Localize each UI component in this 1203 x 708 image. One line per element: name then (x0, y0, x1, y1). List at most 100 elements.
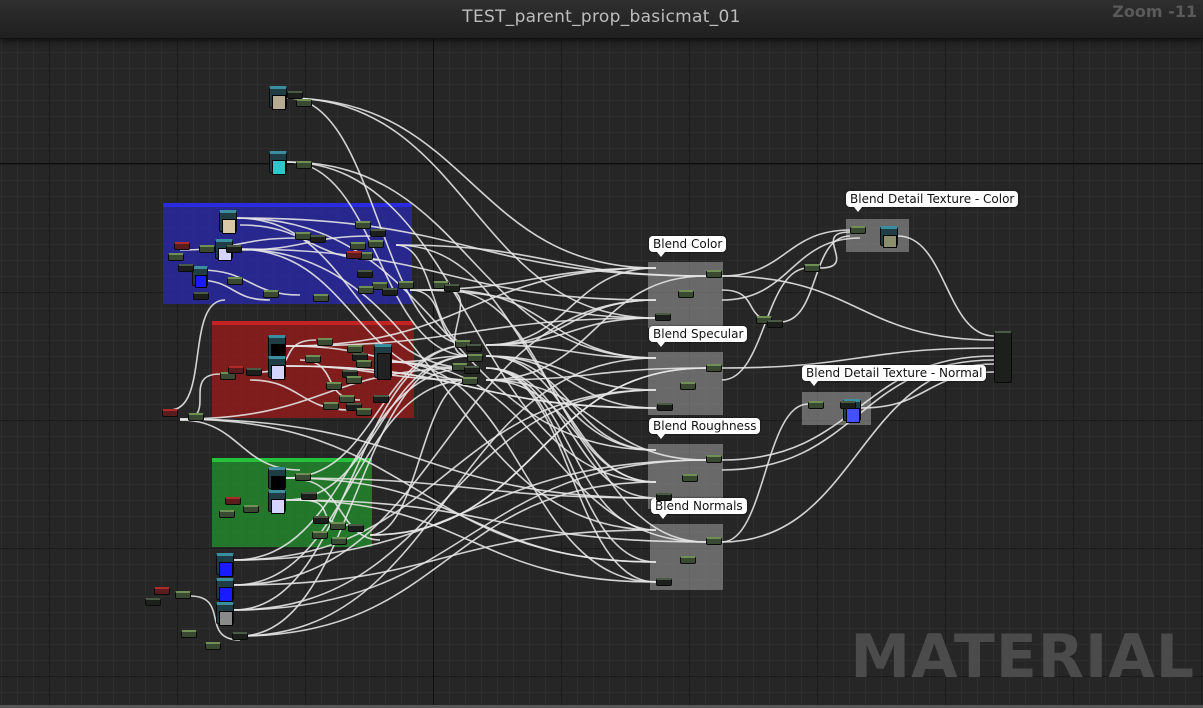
function-node-0[interactable] (287, 91, 303, 99)
function-node-64[interactable] (706, 364, 722, 372)
function-node-34[interactable] (346, 376, 362, 384)
texture-param-cyan[interactable] (269, 151, 287, 175)
function-node-5[interactable] (168, 253, 184, 261)
function-node-61[interactable] (678, 290, 694, 298)
scalar-param-node-2[interactable] (228, 366, 244, 374)
comment-label-blend-specular[interactable]: Blend Specular (649, 326, 748, 347)
function-node-56[interactable] (175, 591, 191, 599)
function-node-69[interactable] (656, 493, 672, 501)
function-node-2[interactable] (296, 161, 312, 169)
function-node-3[interactable] (226, 245, 242, 253)
comment-label-blend-roughness[interactable]: Blend Roughness (649, 418, 761, 439)
function-node-78[interactable] (840, 401, 856, 409)
function-node-12[interactable] (370, 229, 386, 237)
texture-param-blue-group[interactable] (219, 210, 237, 234)
scalar-param-node-5[interactable] (154, 587, 170, 595)
function-node-77[interactable] (808, 401, 824, 409)
function-node-60[interactable] (232, 632, 248, 640)
scalar-param-node-4[interactable] (225, 497, 241, 505)
function-node-9[interactable] (310, 235, 326, 243)
function-node-57[interactable] (145, 598, 161, 606)
texture-param-lavender-red[interactable] (268, 356, 286, 380)
function-node-49[interactable] (243, 505, 259, 513)
vector-param-blue-2[interactable] (216, 578, 234, 602)
scalar-param-node-0[interactable] (174, 242, 190, 250)
lerp-node-red-preview-swatch (377, 353, 391, 380)
vector-param-blue[interactable] (192, 266, 208, 288)
function-node-28[interactable] (356, 360, 372, 368)
function-node-40[interactable] (188, 413, 204, 421)
detail-texture-color[interactable] (880, 226, 898, 248)
function-node-65[interactable] (680, 382, 696, 390)
detail-texture-color-preview-swatch (883, 235, 897, 248)
function-node-26[interactable] (347, 345, 363, 353)
function-node-51[interactable] (313, 516, 329, 524)
material-output-node[interactable] (994, 331, 1012, 383)
zoom-level-label: Zoom -11 (1112, 2, 1197, 21)
function-node-48[interactable] (301, 492, 317, 500)
function-node-37[interactable] (356, 408, 372, 416)
vector-param-blue-1[interactable] (216, 553, 234, 577)
function-node-59[interactable] (205, 642, 221, 650)
function-node-17[interactable] (313, 294, 329, 302)
texture-param-beige[interactable] (269, 86, 287, 110)
lerp-node-red[interactable] (374, 344, 392, 380)
function-node-52[interactable] (330, 522, 346, 530)
function-node-58[interactable] (181, 630, 197, 638)
function-node-1[interactable] (296, 99, 312, 107)
comment-label-blend-color[interactable]: Blend Color (649, 236, 727, 257)
texture-param-lavender-green[interactable] (268, 490, 286, 514)
function-node-54[interactable] (348, 524, 364, 532)
function-node-76[interactable] (850, 226, 866, 234)
material-graph-canvas[interactable]: Blend Color Blend Specular Blend Roughne… (0, 0, 1203, 708)
function-node-42[interactable] (466, 344, 482, 352)
function-node-4[interactable] (199, 245, 215, 253)
function-node-16[interactable] (263, 290, 279, 298)
function-node-45[interactable] (464, 366, 480, 374)
function-node-35[interactable] (339, 395, 355, 403)
function-node-22[interactable] (398, 281, 414, 289)
function-node-20[interactable] (358, 286, 374, 294)
function-node-15[interactable] (193, 292, 209, 300)
function-node-71[interactable] (680, 556, 696, 564)
vector-param-grey[interactable] (216, 602, 234, 626)
function-node-75[interactable] (767, 320, 783, 328)
function-node-66[interactable] (657, 403, 673, 411)
function-node-39[interactable] (373, 395, 389, 403)
function-node-18[interactable] (357, 270, 373, 278)
comment-label-blend-detail-color[interactable]: Blend Detail Texture - Color (846, 191, 1019, 212)
comment-label-blend-detail-normal[interactable]: Blend Detail Texture - Normal (802, 365, 987, 386)
function-node-21[interactable] (382, 288, 398, 296)
function-node-7[interactable] (355, 221, 371, 229)
function-node-63[interactable] (655, 313, 671, 321)
function-node-10[interactable] (350, 242, 366, 250)
function-node-55[interactable] (331, 537, 347, 545)
function-node-72[interactable] (656, 578, 672, 586)
function-node-62[interactable] (706, 270, 722, 278)
function-node-24[interactable] (444, 284, 460, 292)
texture-param-black-green[interactable] (268, 467, 286, 491)
scalar-param-node-1[interactable] (346, 251, 362, 259)
vector-param-grey-preview-swatch (219, 611, 233, 626)
function-node-25[interactable] (317, 338, 333, 346)
function-node-43[interactable] (467, 354, 483, 362)
function-node-53[interactable] (312, 531, 328, 539)
function-node-46[interactable] (462, 377, 478, 385)
function-node-13[interactable] (368, 240, 384, 248)
function-node-67[interactable] (706, 455, 722, 463)
function-node-14[interactable] (227, 277, 243, 285)
function-node-73[interactable] (804, 264, 820, 272)
function-node-29[interactable] (305, 355, 321, 363)
scalar-param-node-3[interactable] (162, 409, 178, 417)
function-node-8[interactable] (295, 232, 311, 240)
function-node-70[interactable] (706, 537, 722, 545)
function-node-50[interactable] (219, 510, 235, 518)
function-node-68[interactable] (682, 474, 698, 482)
wire-74 (179, 419, 301, 471)
function-node-32[interactable] (326, 382, 342, 390)
function-node-47[interactable] (295, 473, 311, 481)
function-node-30[interactable] (246, 368, 262, 376)
function-node-6[interactable] (178, 264, 194, 272)
texture-param-black[interactable] (268, 335, 286, 359)
function-node-38[interactable] (323, 402, 339, 410)
